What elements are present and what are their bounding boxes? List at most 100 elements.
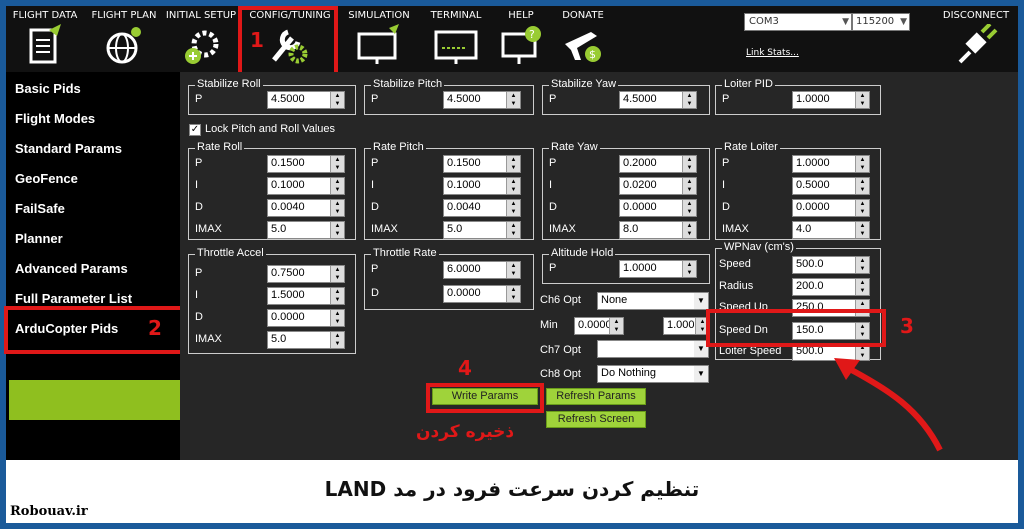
stab-roll-p-input[interactable]: 4.5000 ▲ ▼ — [267, 91, 345, 109]
label-p: P — [722, 157, 730, 169]
rate-yaw-imax-input[interactable]: 8.0 ▲ ▼ — [619, 221, 697, 239]
tab-terminal[interactable]: TERMINAL — [418, 6, 494, 72]
caption-bar: تنظیم کردن سرعت فرود در مد LAND Robouav.… — [6, 460, 1018, 523]
rate-roll-d-input[interactable]: 0.0040 ▲ ▼ — [267, 199, 345, 217]
link-stats[interactable]: Link Stats... — [746, 48, 799, 58]
com-port-select[interactable]: COM3 ▼ — [744, 13, 852, 31]
rate-pitch-imax-input[interactable]: 5.0 ▲ ▼ — [443, 221, 521, 239]
spinner-arrows-icon[interactable]: ▲ ▼ — [506, 200, 520, 216]
group-loiter-pid: Loiter PID P 1.0000 ▲ ▼ — [715, 78, 881, 115]
rate-pitch-i-input[interactable]: 0.1000 ▲ ▼ — [443, 177, 521, 195]
spinner-arrows-icon[interactable]: ▲ ▼ — [330, 92, 344, 108]
tab-help[interactable]: HELP ? — [496, 6, 546, 72]
spinner-arrows-icon[interactable]: ▲ ▼ — [855, 156, 869, 172]
sidebar-item-planner[interactable]: Planner — [15, 231, 63, 246]
sidebar-item-basic-pids[interactable]: Basic Pids — [15, 81, 81, 96]
spinner-arrows-icon[interactable]: ▲ ▼ — [506, 156, 520, 172]
ch6-select[interactable]: None ▼ — [597, 292, 709, 310]
spinner-arrows-icon[interactable]: ▲ ▼ — [855, 200, 869, 216]
rate-loiter-p-input[interactable]: 1.0000 ▲ ▼ — [792, 155, 870, 173]
spinner-arrows-icon[interactable]: ▲ ▼ — [330, 156, 344, 172]
thr-accel-p-input[interactable]: 0.7500 ▲ ▼ — [267, 265, 345, 283]
value: 0.0000 — [447, 287, 481, 299]
rate-roll-p-input[interactable]: 0.1500 ▲ ▼ — [267, 155, 345, 173]
spinner-arrows-icon[interactable]: ▲ ▼ — [855, 178, 869, 194]
spinner-arrows-icon[interactable]: ▲ ▼ — [855, 279, 869, 295]
wpnav-radius-input[interactable]: 200.0 ▲ ▼ — [792, 278, 870, 296]
tab-flight-data[interactable]: FLIGHT DATA — [6, 6, 84, 72]
spinner-arrows-icon[interactable]: ▲ ▼ — [682, 178, 696, 194]
rate-roll-imax-input[interactable]: 5.0 ▲ ▼ — [267, 221, 345, 239]
rate-pitch-p-input[interactable]: 0.1500 ▲ ▼ — [443, 155, 521, 173]
spinner-arrows-icon[interactable]: ▲ ▼ — [682, 92, 696, 108]
value: 0.1500 — [271, 157, 305, 169]
spinner-arrows-icon[interactable]: ▲ ▼ — [855, 222, 869, 238]
spinner-arrows-icon[interactable]: ▲ ▼ — [506, 178, 520, 194]
ch6-max-input[interactable]: 1.000 ▲ ▼ — [663, 317, 710, 335]
spinner-arrows-icon[interactable]: ▲ ▼ — [855, 92, 869, 108]
rate-roll-i-input[interactable]: 0.1000 ▲ ▼ — [267, 177, 345, 195]
stab-pitch-p-input[interactable]: 4.5000 ▲ ▼ — [443, 91, 521, 109]
spinner-arrows-icon[interactable]: ▲ ▼ — [330, 288, 344, 304]
refresh-screen-button[interactable]: Refresh Screen — [546, 411, 646, 428]
tab-simulation[interactable]: SIMULATION — [342, 6, 416, 72]
label-imax: IMAX — [195, 333, 222, 345]
rate-loiter-d-input[interactable]: 0.0000 ▲ ▼ — [792, 199, 870, 217]
tab-initial-setup[interactable]: INITIAL SETUP — [164, 6, 238, 72]
sidebar-item-advanced-params[interactable]: Advanced Params — [15, 261, 128, 276]
loiter-p-input[interactable]: 1.0000 ▲ ▼ — [792, 91, 870, 109]
thr-accel-d-input[interactable]: 0.0000 ▲ ▼ — [267, 309, 345, 327]
group-title: Rate Roll — [195, 141, 245, 153]
disconnect-button[interactable]: DISCONNECT — [936, 6, 1016, 72]
sidebar-item-geofence[interactable]: GeoFence — [15, 171, 78, 186]
stab-yaw-p-input[interactable]: 4.5000 ▲ ▼ — [619, 91, 697, 109]
label-i: I — [195, 289, 199, 301]
rate-yaw-p-input[interactable]: 0.2000 ▲ ▼ — [619, 155, 697, 173]
spinner-arrows-icon[interactable]: ▲ ▼ — [330, 332, 344, 348]
group-title: Stabilize Roll — [195, 78, 263, 90]
spinner-arrows-icon[interactable]: ▲ ▼ — [682, 261, 696, 277]
rate-yaw-i-input[interactable]: 0.0200 ▲ ▼ — [619, 177, 697, 195]
group-stabilize-roll: Stabilize Roll P 4.5000 ▲ ▼ — [188, 78, 356, 115]
ch7-select[interactable]: ▼ — [597, 340, 709, 358]
spinner-arrows-icon[interactable]: ▲ ▼ — [330, 178, 344, 194]
spinner-arrows-icon[interactable]: ▲ ▼ — [506, 222, 520, 238]
spinner-arrows-icon[interactable]: ▲ ▼ — [855, 257, 869, 273]
ch6-min-input[interactable]: 0.0000 ▲ ▼ — [574, 317, 624, 335]
rate-pitch-d-input[interactable]: 0.0040 ▲ ▼ — [443, 199, 521, 217]
ch8-select[interactable]: Do Nothing ▼ — [597, 365, 709, 383]
spinner-arrows-icon[interactable]: ▲ ▼ — [506, 262, 520, 278]
save-annotation: ذخیره کردن — [416, 422, 515, 442]
spinner-arrows-icon[interactable]: ▲ ▼ — [330, 266, 344, 282]
refresh-params-button[interactable]: Refresh Params — [546, 388, 646, 405]
spinner-arrows-icon[interactable]: ▲ ▼ — [609, 318, 623, 334]
rate-loiter-i-input[interactable]: 0.5000 ▲ ▼ — [792, 177, 870, 195]
baud-rate-select[interactable]: 115200 ▼ — [852, 13, 910, 31]
rate-loiter-imax-input[interactable]: 4.0 ▲ ▼ — [792, 221, 870, 239]
lock-checkbox[interactable]: ✓ — [189, 124, 201, 136]
spinner-arrows-icon[interactable]: ▲ ▼ — [682, 156, 696, 172]
group-title: Stabilize Pitch — [371, 78, 445, 90]
tab-donate[interactable]: DONATE $ — [548, 6, 618, 72]
sidebar-item-full-parameter-list[interactable]: Full Parameter List — [15, 291, 132, 306]
spinner-arrows-icon[interactable]: ▲ ▼ — [330, 222, 344, 238]
tab-flight-plan[interactable]: FLIGHT PLAN — [86, 6, 162, 72]
thr-rate-p-input[interactable]: 6.0000 ▲ ▼ — [443, 261, 521, 279]
spinner-arrows-icon[interactable]: ▲ ▼ — [506, 286, 520, 302]
value: Do Nothing — [601, 367, 657, 379]
spinner-arrows-icon[interactable]: ▲ ▼ — [506, 92, 520, 108]
spinner-arrows-icon[interactable]: ▲ ▼ — [682, 222, 696, 238]
sidebar-item-flight-modes[interactable]: Flight Modes — [15, 111, 95, 126]
rate-yaw-d-input[interactable]: 0.0000 ▲ ▼ — [619, 199, 697, 217]
spinner-arrows-icon[interactable]: ▲ ▼ — [330, 310, 344, 326]
thr-rate-d-input[interactable]: 0.0000 ▲ ▼ — [443, 285, 521, 303]
spinner-arrows-icon[interactable]: ▲ ▼ — [682, 200, 696, 216]
alt-hold-p-input[interactable]: 1.0000 ▲ ▼ — [619, 260, 697, 278]
label-imax: IMAX — [195, 223, 222, 235]
wpnav-speed-input[interactable]: 500.0 ▲ ▼ — [792, 256, 870, 274]
sidebar-item-failsafe[interactable]: FailSafe — [15, 201, 65, 216]
spinner-arrows-icon[interactable]: ▲ ▼ — [330, 200, 344, 216]
thr-accel-i-input[interactable]: 1.5000 ▲ ▼ — [267, 287, 345, 305]
sidebar-item-standard-params[interactable]: Standard Params — [15, 141, 122, 156]
thr-accel-imax-input[interactable]: 5.0 ▲ ▼ — [267, 331, 345, 349]
